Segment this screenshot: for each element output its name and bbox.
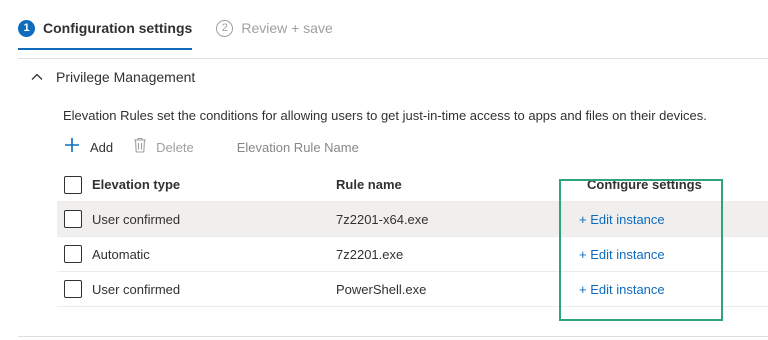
rule-name-cell: PowerShell.exe	[336, 281, 427, 297]
elevation-type-cell: User confirmed	[92, 281, 181, 297]
table-header-row: Elevation type Rule name Configure setti…	[57, 168, 768, 202]
step-number-badge: 1	[18, 19, 35, 37]
delete-button-label: Delete	[156, 139, 194, 155]
divider	[18, 336, 768, 337]
toolbar: Add Delete Elevation Rule Name	[63, 136, 359, 158]
row-checkbox[interactable]	[64, 280, 82, 298]
elevation-rules-table: Elevation type Rule name Configure setti…	[57, 168, 768, 307]
tab-label: Review + save	[241, 20, 333, 36]
elevation-type-cell: Automatic	[92, 246, 150, 262]
section-title: Privilege Management	[56, 69, 196, 85]
rule-name-cell: 7z2201-x64.exe	[336, 211, 429, 227]
tab-configuration-settings[interactable]: 1 Configuration settings	[18, 15, 193, 50]
rule-name-filter-input[interactable]: Elevation Rule Name	[237, 140, 359, 155]
rule-name-cell: 7z2201.exe	[336, 246, 404, 262]
tab-label: Configuration settings	[43, 20, 193, 36]
trash-icon	[133, 137, 147, 158]
row-checkbox[interactable]	[64, 245, 82, 263]
divider	[18, 58, 768, 59]
elevation-type-cell: User confirmed	[92, 211, 181, 227]
edit-instance-link[interactable]: + Edit instance	[579, 202, 665, 236]
step-number-badge: 2	[216, 19, 234, 37]
section-toggle-privilege-management[interactable]: Privilege Management	[30, 66, 195, 88]
tab-review-save[interactable]: 2 Review + save	[216, 15, 333, 41]
row-checkbox[interactable]	[64, 210, 82, 228]
table-row[interactable]: User confirmed PowerShell.exe + Edit ins…	[57, 272, 768, 307]
table-row[interactable]: User confirmed 7z2201-x64.exe + Edit ins…	[57, 202, 768, 237]
add-button-label: Add	[90, 139, 114, 155]
edit-instance-link[interactable]: + Edit instance	[579, 237, 665, 271]
edit-instance-link[interactable]: + Edit instance	[579, 272, 665, 306]
chevron-up-icon	[30, 70, 44, 84]
delete-button[interactable]: Delete	[133, 137, 194, 158]
column-header-elevation-type[interactable]: Elevation type	[92, 168, 180, 201]
add-button[interactable]: Add	[63, 136, 113, 159]
wizard-tabs: 1 Configuration settings 2 Review + save	[18, 12, 333, 50]
column-header-rule-name[interactable]: Rule name	[336, 168, 402, 201]
table-row[interactable]: Automatic 7z2201.exe + Edit instance	[57, 237, 768, 272]
plus-icon	[63, 136, 81, 159]
select-all-checkbox[interactable]	[64, 175, 82, 194]
section-description: Elevation Rules set the conditions for a…	[63, 108, 707, 123]
column-header-configure-settings: Configure settings	[587, 177, 702, 192]
